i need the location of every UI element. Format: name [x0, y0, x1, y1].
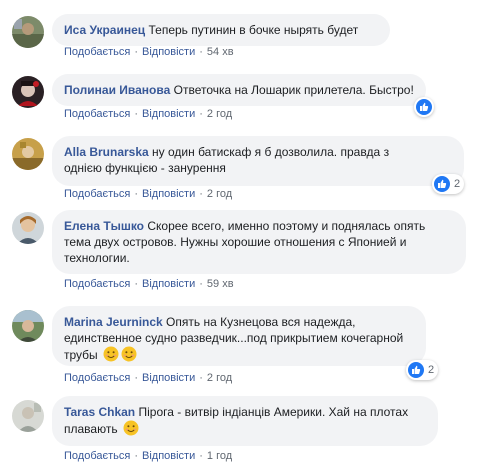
comment-text-continued: однією функцією - занурення	[64, 161, 226, 175]
comment-text-continued: единственное судно разведчик...под прикр…	[64, 331, 404, 345]
separator: ·	[134, 278, 138, 290]
comment-bubble: Alla Brunarska ну один батискаф я б дозв…	[52, 136, 464, 186]
timestamp[interactable]: 1 год	[207, 450, 232, 462]
reaction-number: 2	[428, 364, 435, 376]
comment-author[interactable]: Елена Тышко	[64, 219, 144, 233]
reply-button[interactable]: Відповісти	[142, 450, 195, 462]
comment-bubble: Иса Украинец Теперь путинин в бочке ныря…	[52, 14, 390, 46]
timestamp[interactable]: 54 хв	[207, 46, 234, 58]
comment-text: Пірога - витвір індіанців Америки. Хай н…	[138, 405, 409, 419]
like-button[interactable]: Подобається	[64, 46, 130, 58]
like-button[interactable]: Подобається	[64, 372, 130, 384]
timestamp[interactable]: 2 год	[207, 188, 232, 200]
comment-author[interactable]: Alla Brunarska	[64, 145, 149, 159]
avatar[interactable]	[12, 76, 44, 108]
comment-text: Скорее всего, именно поэтому и поднялась…	[147, 219, 426, 233]
reply-button[interactable]: Відповісти	[142, 188, 195, 200]
thumbs-up-icon	[416, 99, 432, 115]
comment-bubble: Marina Jeurninck Опять на Кузнецова вся …	[52, 306, 426, 366]
separator: ·	[199, 450, 203, 462]
avatar[interactable]	[12, 138, 44, 170]
reaction-count[interactable]: 2	[406, 360, 439, 380]
like-button[interactable]: Подобається	[64, 450, 130, 462]
reaction-count[interactable]	[414, 97, 434, 117]
comment-actions: Подобається · Відповісти · 2 год	[64, 372, 232, 384]
comment-author[interactable]: Иса Украинец	[64, 23, 145, 37]
comment-text-continued: плавають	[64, 422, 118, 436]
smiling-face-icon	[123, 420, 139, 436]
comment-bubble: Taras Chkan Пірога - витвір індіанців Ам…	[52, 396, 438, 446]
like-button[interactable]: Подобається	[64, 278, 130, 290]
reply-button[interactable]: Відповісти	[142, 372, 195, 384]
comment-actions: Подобається · Відповісти · 2 год	[64, 188, 232, 200]
thumbs-up-icon	[408, 362, 424, 378]
separator: ·	[134, 372, 138, 384]
separator: ·	[134, 46, 138, 58]
comment-text-continued: технологии.	[64, 251, 130, 265]
comment-text-continued: тема двух островов. Нужны хорошие отноше…	[64, 235, 407, 249]
comment-bubble: Елена Тышко Скорее всего, именно поэтому…	[52, 210, 466, 274]
like-button[interactable]: Подобається	[64, 108, 130, 120]
comment-actions: Подобається · Відповісти · 59 хв	[64, 278, 234, 290]
timestamp[interactable]: 2 год	[207, 108, 232, 120]
reply-button[interactable]: Відповісти	[142, 278, 195, 290]
comment-bubble: Полинаи Иванова Ответочка на Лошарик при…	[52, 74, 426, 106]
separator: ·	[199, 108, 203, 120]
comment-actions: Подобається · Відповісти · 1 год	[64, 450, 232, 462]
reaction-count[interactable]: 2	[432, 174, 465, 194]
comment-text: Теперь путинин в бочке нырять будет	[148, 23, 359, 37]
like-button[interactable]: Подобається	[64, 188, 130, 200]
comment-text-continued: трубы	[64, 348, 98, 362]
reply-button[interactable]: Відповісти	[142, 46, 195, 58]
avatar[interactable]	[12, 310, 44, 342]
avatar[interactable]	[12, 212, 44, 244]
avatar[interactable]	[12, 16, 44, 48]
comment-text: Опять на Кузнецова вся надежда,	[166, 315, 356, 329]
separator: ·	[199, 46, 203, 58]
timestamp[interactable]: 2 год	[207, 372, 232, 384]
smiling-face-icon	[103, 346, 119, 362]
comment-text: ну один батискаф я б дозволила. правда з	[152, 145, 390, 159]
comment-actions: Подобається · Відповісти · 54 хв	[64, 46, 234, 58]
separator: ·	[134, 450, 138, 462]
thumbs-up-icon	[434, 176, 450, 192]
comment-text: Ответочка на Лошарик прилетела. Быстро!	[173, 83, 414, 97]
timestamp[interactable]: 59 хв	[207, 278, 234, 290]
reply-button[interactable]: Відповісти	[142, 108, 195, 120]
comment-author[interactable]: Taras Chkan	[64, 405, 135, 419]
reaction-number: 2	[454, 178, 461, 190]
comment-actions: Подобається · Відповісти · 2 год	[64, 108, 232, 120]
smiling-face-icon	[121, 346, 137, 362]
separator: ·	[199, 188, 203, 200]
avatar[interactable]	[12, 400, 44, 432]
separator: ·	[134, 188, 138, 200]
separator: ·	[199, 278, 203, 290]
separator: ·	[199, 372, 203, 384]
comment-author[interactable]: Marina Jeurninck	[64, 315, 163, 329]
comment-author[interactable]: Полинаи Иванова	[64, 83, 170, 97]
separator: ·	[134, 108, 138, 120]
